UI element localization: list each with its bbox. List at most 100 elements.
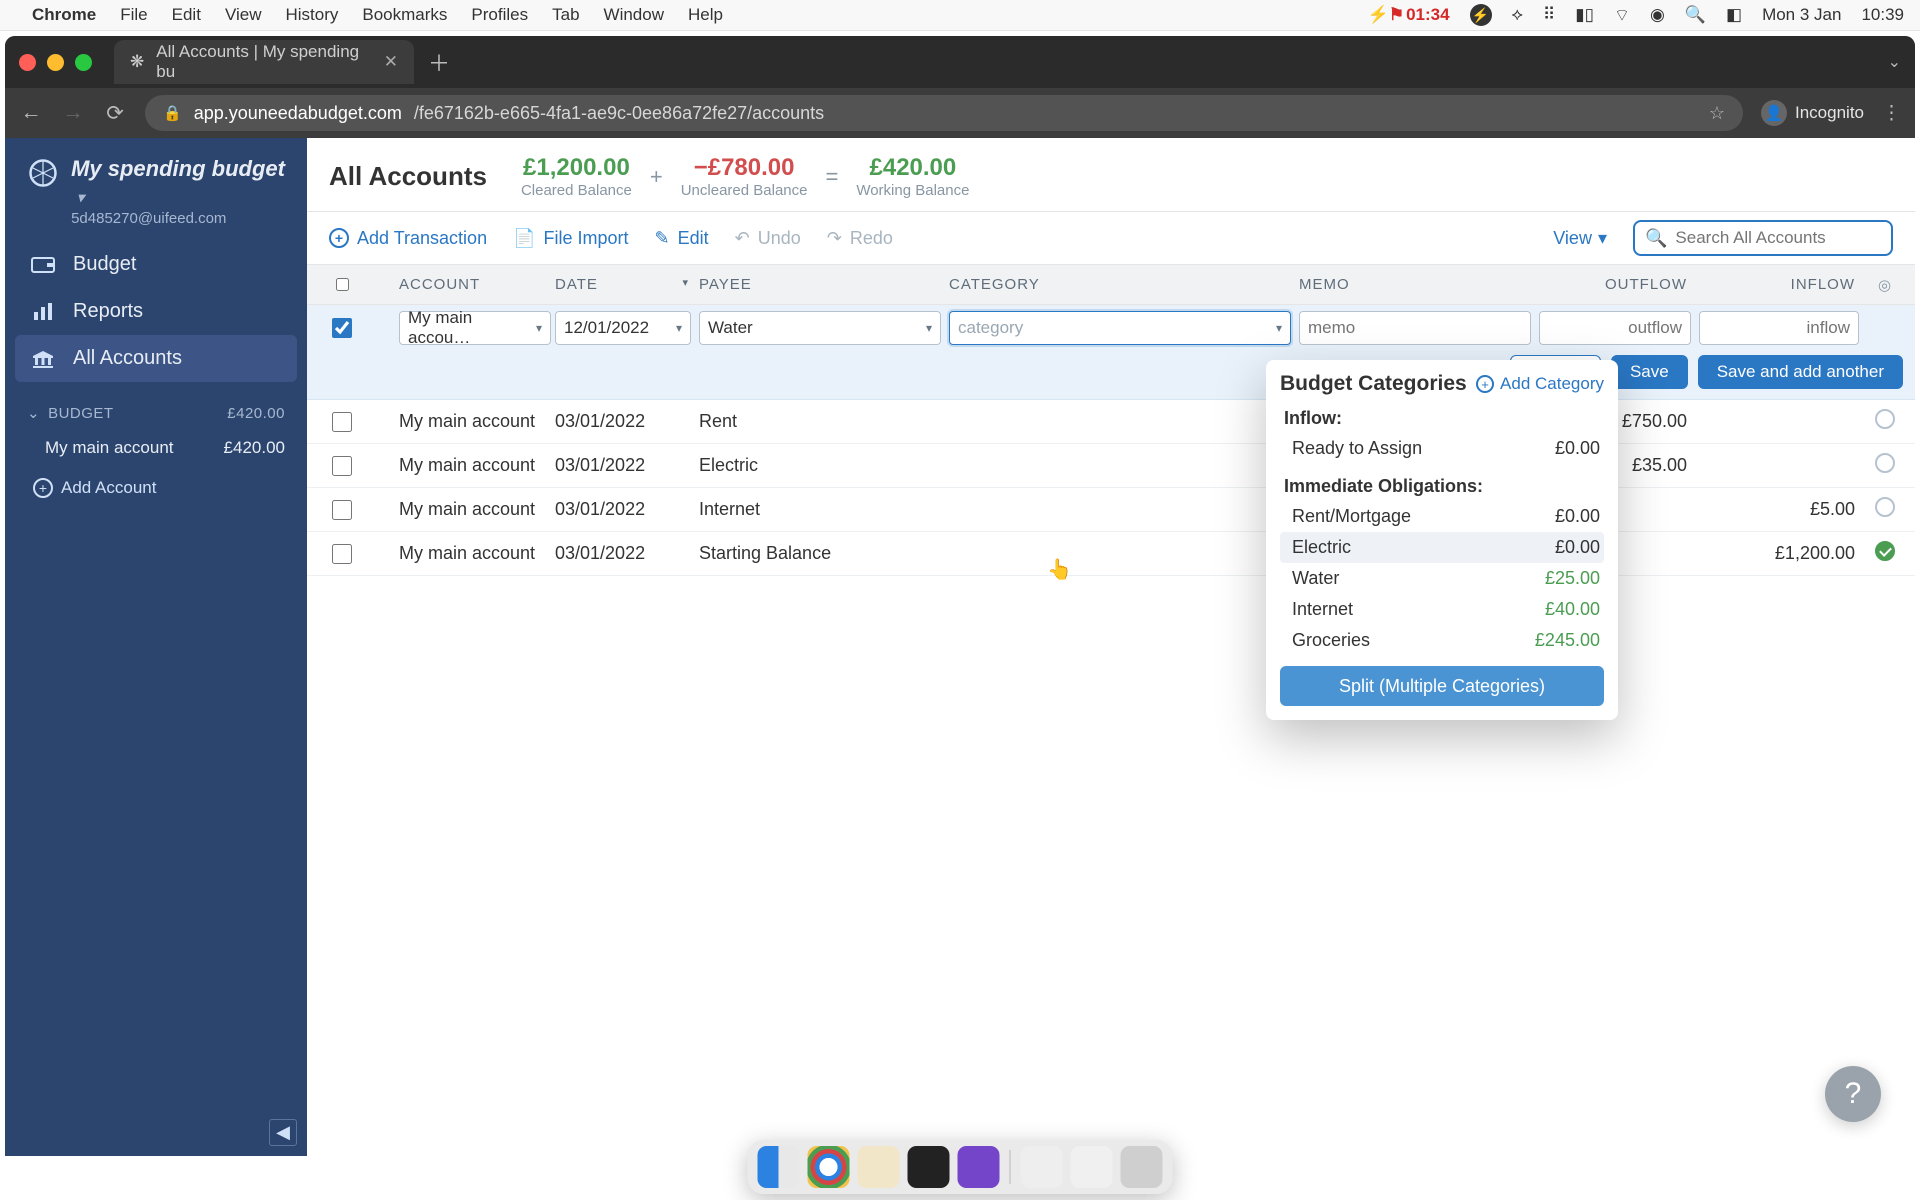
cleared-column-icon[interactable]: ◎ — [1878, 277, 1892, 294]
add-account-button[interactable]: + Add Account — [15, 468, 297, 508]
view-dropdown[interactable]: View▾ — [1553, 228, 1607, 249]
cleared-toggle[interactable] — [1875, 409, 1895, 429]
row-checkbox[interactable] — [332, 544, 352, 564]
table-row[interactable]: My main account03/01/2022Electric£35.00 — [307, 444, 1915, 488]
sidebar-item-all-accounts[interactable]: All Accounts — [15, 335, 297, 382]
bookmark-star-icon[interactable]: ☆ — [1709, 103, 1725, 124]
siri-icon[interactable]: ◧ — [1726, 5, 1742, 25]
dock-finder-icon[interactable] — [758, 1146, 800, 1188]
browser-menu-button[interactable]: ⋮ — [1882, 102, 1901, 125]
budget-switcher[interactable]: My spending budget ▾ 5d485270@uifeed.com — [15, 150, 297, 241]
control-center-icon[interactable]: ◉ — [1650, 5, 1665, 25]
menubar-edit[interactable]: Edit — [172, 5, 201, 25]
menubar-time[interactable]: 10:39 — [1861, 5, 1904, 25]
file-import-button[interactable]: 📄File Import — [513, 228, 628, 249]
category-select[interactable]: category▾ — [949, 311, 1291, 345]
spotlight-icon[interactable]: 🔍 — [1685, 5, 1706, 25]
new-tab-button[interactable]: ＋ — [428, 46, 450, 78]
redo-button[interactable]: ↷Redo — [827, 228, 893, 249]
save-and-add-another-button[interactable]: Save and add another — [1698, 355, 1903, 389]
edit-button[interactable]: ✎Edit — [655, 228, 709, 249]
menubar-window[interactable]: Window — [604, 5, 664, 25]
menubar-file[interactable]: File — [120, 5, 147, 25]
split-categories-button[interactable]: Split (Multiple Categories) — [1280, 666, 1604, 706]
help-button[interactable]: ? — [1825, 1066, 1881, 1122]
dock-trash-icon[interactable] — [1121, 1146, 1163, 1188]
dock-terminal-icon[interactable] — [908, 1146, 950, 1188]
menubar-bookmarks[interactable]: Bookmarks — [362, 5, 447, 25]
account-select[interactable]: My main accou…▾ — [399, 311, 551, 345]
tab-title: All Accounts | My spending bu — [156, 42, 360, 82]
row-checkbox[interactable] — [332, 500, 352, 520]
save-button[interactable]: Save — [1611, 355, 1688, 389]
tabs-overflow-icon[interactable]: ⌄ — [1888, 52, 1901, 72]
column-category[interactable]: CATEGORY — [949, 276, 1299, 293]
date-select[interactable]: 12/01/2022▾ — [555, 311, 691, 345]
dock-doc-icon[interactable] — [1071, 1146, 1113, 1188]
cleared-toggle[interactable] — [1875, 497, 1895, 517]
sidebar-collapse-button[interactable]: ◀ — [269, 1119, 297, 1146]
wifi-icon[interactable]: ⌔ — [1614, 5, 1630, 26]
window-maximize-button[interactable] — [75, 54, 92, 71]
dock-notes-icon[interactable] — [858, 1146, 900, 1188]
add-transaction-button[interactable]: +Add Transaction — [329, 228, 487, 249]
menubar-date[interactable]: Mon 3 Jan — [1762, 5, 1841, 25]
url-field[interactable]: 🔒 app.youneedabudget.com/fe67162b-e665-4… — [145, 95, 1743, 131]
row-checkbox[interactable] — [332, 318, 352, 338]
column-account[interactable]: ACCOUNT — [395, 276, 555, 293]
browser-tab[interactable]: ❋ All Accounts | My spending bu ✕ — [114, 40, 414, 84]
sidebar-item-reports[interactable]: Reports — [15, 288, 297, 335]
status-icon[interactable]: ⠿ — [1543, 5, 1555, 25]
incognito-badge[interactable]: 👤 Incognito — [1761, 100, 1864, 126]
dock-app-icon[interactable] — [958, 1146, 1000, 1188]
popover-category-item[interactable]: Internet£40.00 — [1280, 594, 1604, 625]
sidebar-account-row[interactable]: My main account £420.00 — [15, 428, 297, 468]
table-row[interactable]: My main account03/01/2022RentThis month'… — [307, 400, 1915, 444]
menubar-profiles[interactable]: Profiles — [471, 5, 528, 25]
outflow-input[interactable] — [1539, 311, 1691, 345]
row-checkbox[interactable] — [332, 412, 352, 432]
nav-forward-button[interactable]: → — [61, 101, 85, 125]
table-row[interactable]: My main account03/01/2022Starting Balanc… — [307, 532, 1915, 576]
nav-back-button[interactable]: ← — [19, 101, 43, 125]
window-close-button[interactable] — [19, 54, 36, 71]
tab-close-icon[interactable]: ✕ — [384, 52, 398, 72]
battery-icon[interactable]: ▮▯ — [1575, 5, 1594, 25]
search-field[interactable] — [1675, 228, 1881, 248]
sidebar-budget-group[interactable]: ⌄ BUDGET £420.00 — [15, 398, 297, 428]
cleared-toggle[interactable] — [1875, 453, 1895, 473]
table-row[interactable]: My main account03/01/2022InternetRefund … — [307, 488, 1915, 532]
menubar-app[interactable]: Chrome — [32, 5, 96, 25]
search-input[interactable]: 🔍 — [1633, 220, 1893, 256]
memo-input[interactable] — [1299, 311, 1531, 345]
column-payee[interactable]: PAYEE — [699, 276, 949, 293]
dock-chrome-icon[interactable] — [808, 1146, 850, 1188]
cleared-toggle[interactable] — [1875, 541, 1895, 561]
menubar-help[interactable]: Help — [688, 5, 723, 25]
popover-category-item[interactable]: Rent/Mortgage£0.00 — [1280, 501, 1604, 532]
payee-select[interactable]: Water▾ — [699, 311, 941, 345]
undo-button[interactable]: ↶Undo — [735, 228, 801, 249]
popover-category-item[interactable]: Ready to Assign£0.00 — [1280, 433, 1604, 464]
battery-status[interactable]: ⚡⚑01:34 — [1368, 5, 1450, 25]
column-date[interactable]: DATE▾ — [555, 276, 699, 293]
column-inflow[interactable]: INFLOW — [1699, 276, 1867, 293]
status-icon[interactable]: ⟡ — [1512, 5, 1523, 25]
status-icon[interactable]: ⚡ — [1470, 4, 1492, 26]
column-outflow[interactable]: OUTFLOW — [1539, 276, 1699, 293]
popover-category-item[interactable]: Electric£0.00 — [1280, 532, 1604, 563]
add-category-button[interactable]: +Add Category — [1476, 374, 1604, 394]
menubar-history[interactable]: History — [285, 5, 338, 25]
dock-doc-icon[interactable] — [1021, 1146, 1063, 1188]
menubar-view[interactable]: View — [225, 5, 262, 25]
popover-category-item[interactable]: Water£25.00 — [1280, 563, 1604, 594]
nav-reload-button[interactable]: ⟳ — [103, 101, 127, 126]
popover-category-item[interactable]: Groceries£245.00 — [1280, 625, 1604, 656]
column-memo[interactable]: MEMO — [1299, 276, 1539, 293]
menubar-tab[interactable]: Tab — [552, 5, 579, 25]
inflow-input[interactable] — [1699, 311, 1859, 345]
window-minimize-button[interactable] — [47, 54, 64, 71]
row-checkbox[interactable] — [332, 456, 352, 476]
select-all-checkbox[interactable] — [336, 278, 349, 291]
sidebar-item-budget[interactable]: Budget — [15, 241, 297, 288]
